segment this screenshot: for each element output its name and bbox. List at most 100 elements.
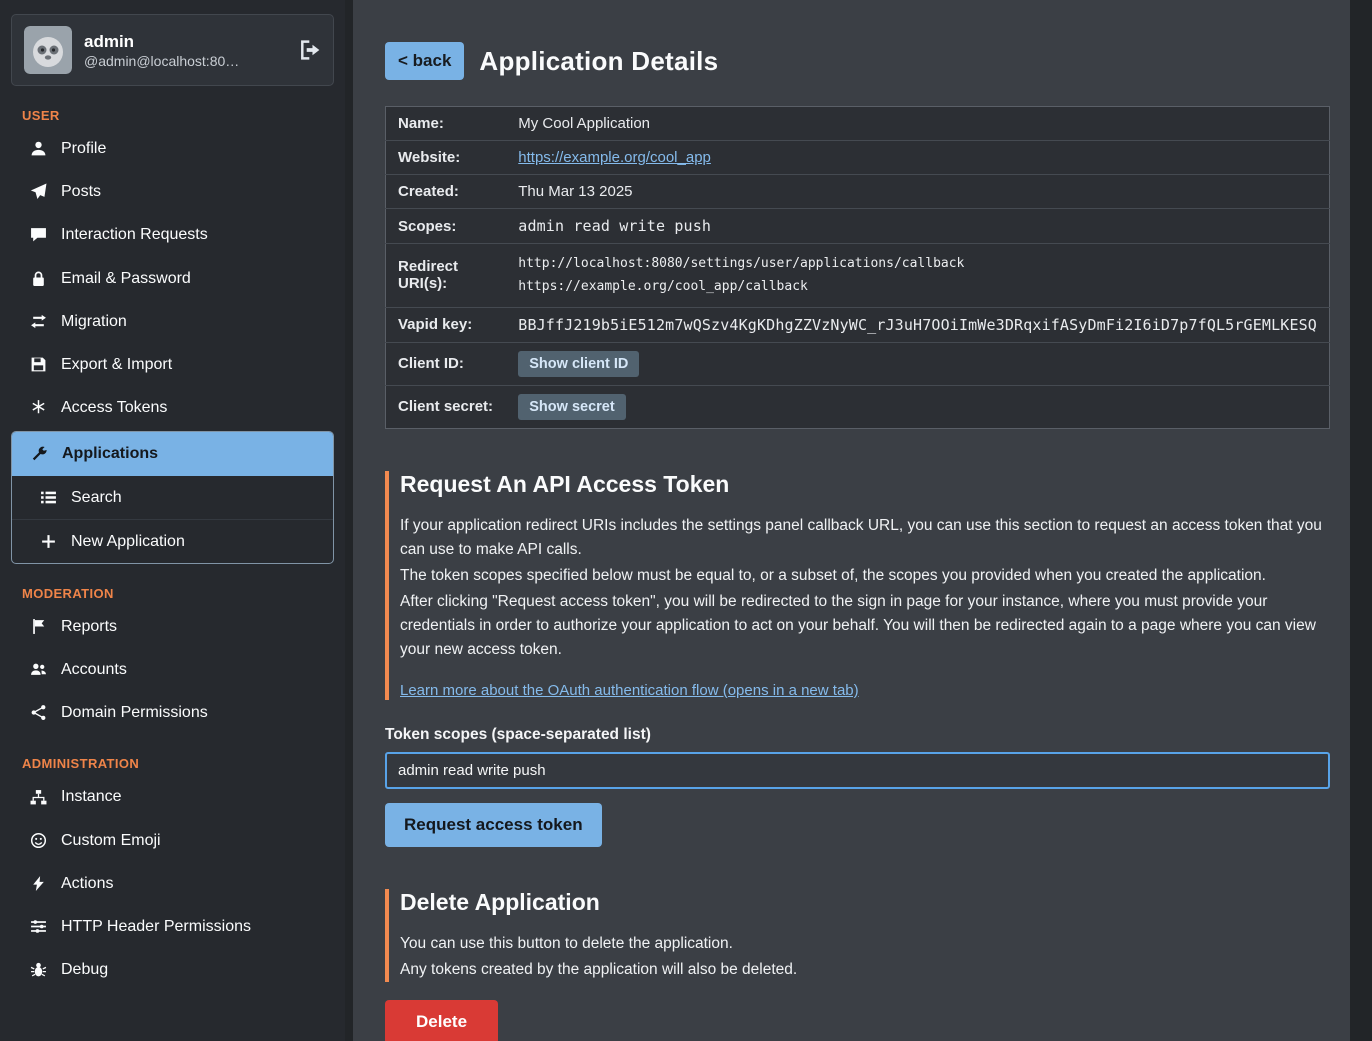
sidebar-item-http-header-permissions[interactable]: HTTP Header Permissions bbox=[0, 905, 345, 948]
sidebar-item-email-password[interactable]: Email & Password bbox=[0, 257, 345, 300]
flag-icon bbox=[28, 618, 48, 635]
sidebar-item-actions[interactable]: Actions bbox=[0, 862, 345, 905]
sidebar-item-label: Domain Permissions bbox=[61, 703, 208, 722]
sidebar-item-export-import[interactable]: Export & Import bbox=[0, 343, 345, 386]
sidebar-item-migration[interactable]: Migration bbox=[0, 300, 345, 343]
page-title: Application Details bbox=[479, 46, 718, 77]
sidebar-item-posts[interactable]: Posts bbox=[0, 170, 345, 213]
sidebar-group-applications: Applications Search New Application bbox=[11, 431, 334, 564]
section-paragraph: If your application redirect URIs includ… bbox=[400, 514, 1330, 562]
sidebar-item-applications[interactable]: Applications bbox=[12, 432, 333, 475]
sidebar-item-instance[interactable]: Instance bbox=[0, 775, 345, 818]
sidebar-item-label: Accounts bbox=[61, 660, 127, 679]
sidebar-item-interaction-requests[interactable]: Interaction Requests bbox=[0, 213, 345, 256]
bolt-icon bbox=[28, 875, 48, 892]
redirect-uri: https://example.org/cool_app/callback bbox=[518, 275, 1317, 298]
token-scopes-label: Token scopes (space-separated list) bbox=[385, 726, 1330, 744]
row-value: Thu Mar 13 2025 bbox=[506, 175, 1329, 209]
sidebar-item-new-application[interactable]: New Application bbox=[12, 519, 333, 563]
user-icon bbox=[28, 140, 48, 157]
paper-plane-icon bbox=[28, 183, 48, 200]
lock-icon bbox=[28, 270, 48, 287]
user-card[interactable]: admin @admin@localhost:80… bbox=[11, 14, 334, 86]
row-label: Created: bbox=[386, 175, 507, 209]
sign-out-icon[interactable] bbox=[299, 39, 321, 61]
sidebar-item-applications-search[interactable]: Search bbox=[12, 476, 333, 519]
sidebar-item-debug[interactable]: Debug bbox=[0, 948, 345, 991]
redirect-uri: http://localhost:8080/settings/user/appl… bbox=[518, 252, 1317, 275]
row-label: Redirect URI(s): bbox=[386, 244, 507, 308]
sidebar-item-access-tokens[interactable]: Access Tokens bbox=[0, 386, 345, 429]
sidebar-item-label: New Application bbox=[71, 532, 185, 551]
request-access-token-button[interactable]: Request access token bbox=[385, 803, 602, 847]
plus-icon bbox=[38, 533, 58, 550]
sliders-icon bbox=[28, 918, 48, 935]
section-title-administration: ADMINISTRATION bbox=[0, 756, 345, 771]
sidebar-nav-administration: Instance Custom Emoji Actions HTTP Heade… bbox=[0, 775, 345, 991]
application-details-table: Name: My Cool Application Website: https… bbox=[385, 106, 1330, 429]
section-paragraph: You can use this button to delete the ap… bbox=[400, 932, 1330, 956]
row-value: admin read write push bbox=[506, 209, 1329, 244]
section-title: Request An API Access Token bbox=[400, 471, 1330, 498]
delete-application-section: Delete Application You can use this butt… bbox=[385, 889, 1330, 1041]
comment-icon bbox=[28, 226, 48, 243]
sidebar-item-label: HTTP Header Permissions bbox=[61, 917, 251, 936]
sidebar-item-domain-permissions[interactable]: Domain Permissions bbox=[0, 691, 345, 734]
show-client-id-button[interactable]: Show client ID bbox=[518, 351, 639, 377]
sidebar-item-label: Reports bbox=[61, 617, 117, 636]
back-button[interactable]: < back bbox=[385, 42, 464, 80]
section-paragraph: After clicking "Request access token", y… bbox=[400, 590, 1330, 662]
application-details-panel: < back Application Details Name: My Cool… bbox=[353, 0, 1350, 1041]
table-row-vapid-key: Vapid key: BBJffJ219b5iE512m7wQSzv4KgKDh… bbox=[386, 307, 1330, 342]
page-header: < back Application Details bbox=[385, 42, 1350, 80]
sitemap-icon bbox=[28, 789, 48, 806]
sidebar-item-label: Search bbox=[71, 488, 122, 507]
table-row-name: Name: My Cool Application bbox=[386, 107, 1330, 141]
list-icon bbox=[38, 489, 58, 506]
sidebar-item-accounts[interactable]: Accounts bbox=[0, 648, 345, 691]
app-root: admin @admin@localhost:80… USER Profile … bbox=[0, 0, 1372, 1041]
exchange-icon bbox=[28, 313, 48, 330]
asterisk-icon bbox=[28, 399, 48, 416]
sidebar-item-label: Debug bbox=[61, 960, 108, 979]
row-label: Vapid key: bbox=[386, 307, 507, 342]
row-value: BBJffJ219b5iE512m7wQSzv4KgKDhgZZVzNyWC_r… bbox=[506, 307, 1329, 342]
smiley-icon bbox=[28, 832, 48, 849]
sidebar-item-label: Profile bbox=[61, 139, 106, 158]
table-row-redirect-uris: Redirect URI(s): http://localhost:8080/s… bbox=[386, 244, 1330, 308]
section-paragraph: Any tokens created by the application wi… bbox=[400, 958, 1330, 982]
token-scopes-input[interactable] bbox=[385, 752, 1330, 789]
delete-application-blurb: Delete Application You can use this butt… bbox=[385, 889, 1330, 982]
sidebar-item-label: Interaction Requests bbox=[61, 225, 208, 244]
section-title: Delete Application bbox=[400, 889, 1330, 916]
request-token-section: Request An API Access Token If your appl… bbox=[385, 471, 1330, 847]
main-content: < back Application Details Name: My Cool… bbox=[345, 0, 1372, 1041]
sidebar-item-profile[interactable]: Profile bbox=[0, 127, 345, 170]
share-nodes-icon bbox=[28, 704, 48, 721]
row-label: Scopes: bbox=[386, 209, 507, 244]
request-token-blurb: Request An API Access Token If your appl… bbox=[385, 471, 1330, 700]
sidebar-nav-moderation: Reports Accounts Domain Permissions bbox=[0, 605, 345, 735]
oauth-docs-link[interactable]: Learn more about the OAuth authenticatio… bbox=[400, 682, 859, 699]
table-row-client-id: Client ID: Show client ID bbox=[386, 342, 1330, 385]
avatar bbox=[24, 26, 72, 74]
sidebar-item-label: Posts bbox=[61, 182, 101, 201]
wrench-icon bbox=[29, 445, 49, 462]
bug-icon bbox=[28, 961, 48, 978]
show-secret-button[interactable]: Show secret bbox=[518, 394, 625, 420]
user-name: admin bbox=[84, 31, 239, 54]
website-link[interactable]: https://example.org/cool_app bbox=[518, 149, 711, 166]
row-value: My Cool Application bbox=[506, 107, 1329, 141]
section-title-moderation: MODERATION bbox=[0, 586, 345, 601]
sidebar-item-label: Migration bbox=[61, 312, 127, 331]
sidebar-item-label: Custom Emoji bbox=[61, 831, 161, 850]
table-row-website: Website: https://example.org/cool_app bbox=[386, 141, 1330, 175]
section-paragraph: The token scopes specified below must be… bbox=[400, 564, 1330, 588]
row-label: Client ID: bbox=[386, 342, 507, 385]
delete-button[interactable]: Delete bbox=[385, 1000, 498, 1041]
user-meta: admin @admin@localhost:80… bbox=[84, 31, 239, 70]
row-label: Name: bbox=[386, 107, 507, 141]
sidebar-item-reports[interactable]: Reports bbox=[0, 605, 345, 648]
sidebar-item-custom-emoji[interactable]: Custom Emoji bbox=[0, 819, 345, 862]
row-label: Website: bbox=[386, 141, 507, 175]
